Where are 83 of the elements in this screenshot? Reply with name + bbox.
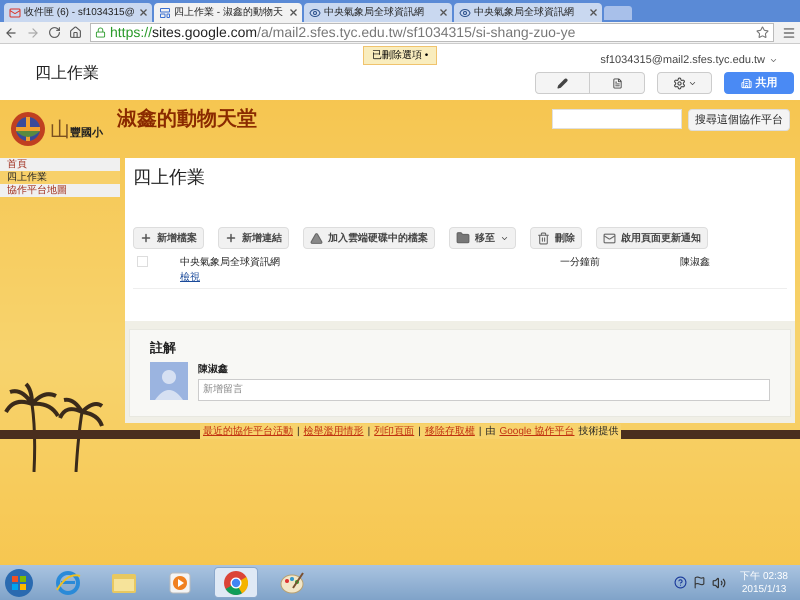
browser-tab[interactable]: 四上作業 - 淑鑫的動物天 [154, 3, 302, 22]
view-link[interactable]: 檢視 [180, 270, 200, 285]
footer-link[interactable]: 列印頁面 [374, 424, 414, 439]
comment-author: 陳淑鑫 [198, 362, 229, 376]
footer-link[interactable]: Google 協作平台 [499, 424, 574, 439]
avatar-silhouette [150, 362, 188, 400]
comment-field[interactable]: 新增留言 [198, 378, 770, 400]
lock-icon [95, 27, 106, 38]
site-title: 淑鑫的動物天堂 [117, 107, 257, 132]
school-name: 豐國小 [70, 126, 103, 141]
triangle-icon [310, 232, 323, 244]
browser-e-icon [55, 570, 81, 596]
settings-button[interactable] [657, 72, 712, 94]
footer-link[interactable]: 移除存取權 [424, 424, 475, 439]
separator: | [368, 424, 370, 439]
close-icon[interactable] [440, 9, 447, 16]
nav-link[interactable]: 四上作業 [0, 171, 120, 184]
start-orb-icon[interactable] [4, 568, 34, 598]
separator: | [478, 424, 482, 439]
content-title: 四上作業 [133, 166, 206, 189]
close-icon[interactable] [590, 9, 597, 16]
toolbar-button[interactable]: 移至 [449, 227, 516, 249]
play-icon [168, 570, 192, 594]
flag-icon[interactable] [693, 576, 706, 589]
folder-icon [456, 231, 470, 245]
back-icon[interactable] [4, 26, 18, 40]
plus-icon [140, 232, 152, 244]
envelope-icon [603, 232, 616, 244]
search-button[interactable]: 搜尋這個協作平台 [688, 109, 790, 131]
browser-tab[interactable]: 收件匣 (6) - sf1034315@ [4, 3, 152, 22]
browser-tab[interactable]: 中央氣象局全球資訊網 [454, 3, 602, 22]
toolbar-button[interactable]: 新增連結 [218, 227, 289, 249]
school-logo-icon [10, 111, 46, 147]
eye-icon [309, 6, 321, 18]
bookmark-star-icon[interactable] [756, 26, 769, 39]
eye-icon [459, 6, 471, 18]
page-icon [159, 6, 171, 18]
url-text: https://sites.google.com/a/mail2.sfes.tyc.edu.tw/sf1034315/si-shang-zuo-ye [110, 23, 576, 42]
toolbar-button[interactable]: 加入雲端硬碟中的檔案 [303, 227, 435, 249]
row-checkbox[interactable] [137, 256, 148, 267]
pencil-icon [557, 78, 568, 88]
toolbar-button[interactable]: 刪除 [530, 227, 582, 249]
toolbar-button[interactable]: 啟用頁面更新通知 [596, 227, 708, 249]
search-field[interactable] [552, 109, 682, 129]
chrome-icon [223, 570, 249, 596]
account-email[interactable]: sf1034315@mail2.sfes.tyc.edu.tw [600, 52, 765, 68]
file-author: 陳淑鑫 [680, 256, 710, 270]
address-field[interactable]: https://sites.google.com/a/mail2.sfes.tyc.edu.tw/sf1034315/si-shang-zuo-ye [90, 23, 774, 42]
logo-mark: 山 [50, 116, 70, 143]
help-icon[interactable] [674, 576, 688, 589]
edit-button[interactable] [535, 72, 590, 94]
footer-link[interactable]: 檢舉濫用情形 [304, 424, 364, 439]
page-title: 四上作業 [35, 64, 99, 84]
settings-icon [672, 76, 686, 90]
nav-link[interactable]: 協作平台地圖 [0, 184, 120, 197]
taskbar-app[interactable] [214, 567, 258, 598]
close-icon[interactable] [140, 9, 147, 16]
tab-title: 中央氣象局全球資訊網 [474, 6, 575, 20]
document-icon [612, 78, 622, 88]
building-icon [740, 78, 752, 88]
nav-link[interactable]: 首頁 [0, 158, 120, 171]
browser-tab[interactable]: 中央氣象局全球資訊網 [304, 3, 452, 22]
comments-title: 註解 [150, 339, 177, 357]
tab-title: 中央氣象局全球資訊網 [324, 6, 425, 20]
trash-icon [537, 232, 550, 244]
file-time: 一分鐘前 [560, 256, 601, 270]
tab-title: 收件匣 (6) - sf1034315@ [24, 6, 136, 20]
menu-icon[interactable] [782, 26, 796, 40]
home-icon[interactable] [69, 26, 82, 39]
speaker-icon[interactable] [712, 576, 726, 590]
close-icon[interactable] [290, 9, 297, 16]
toolbar-button[interactable]: 新增檔案 [133, 227, 204, 249]
mail-icon [9, 6, 21, 18]
plus-icon [225, 232, 237, 244]
file-name: 中央氣象局全球資訊網 [180, 256, 281, 270]
tab-title: 四上作業 - 淑鑫的動物天 [174, 6, 284, 20]
separator: | [418, 424, 421, 439]
separator: | [297, 424, 300, 439]
reload-icon[interactable] [48, 26, 61, 39]
footer-link[interactable]: 最近的協作平台活動 [203, 424, 293, 439]
palette-icon [279, 570, 305, 596]
new-page-button[interactable] [590, 72, 645, 94]
notice-banner: 已刪除選項 • [363, 46, 438, 65]
